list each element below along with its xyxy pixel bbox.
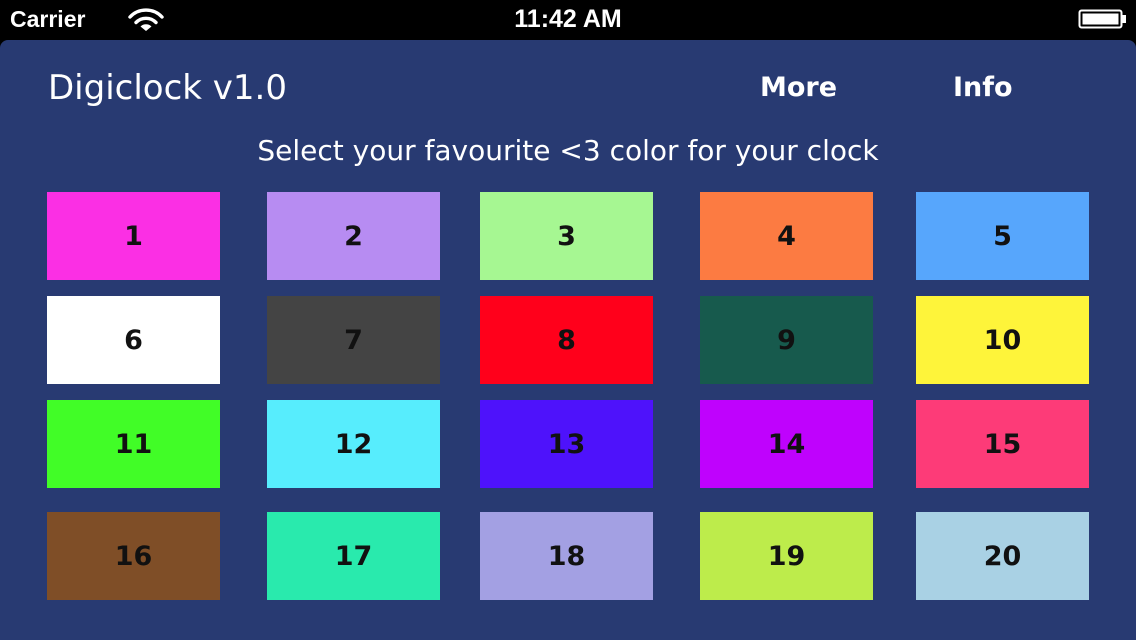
color-swatch-10[interactable]: 10 [916, 296, 1089, 384]
color-swatch-15[interactable]: 15 [916, 400, 1089, 488]
color-swatch-9[interactable]: 9 [700, 296, 873, 384]
color-swatch-7[interactable]: 7 [267, 296, 440, 384]
color-swatch-17[interactable]: 17 [267, 512, 440, 600]
color-swatch-12[interactable]: 12 [267, 400, 440, 488]
info-button[interactable]: Info [953, 72, 1013, 104]
color-swatch-16[interactable]: 16 [47, 512, 220, 600]
color-swatch-13[interactable]: 13 [480, 400, 653, 488]
color-swatch-2[interactable]: 2 [267, 192, 440, 280]
color-swatch-6[interactable]: 6 [47, 296, 220, 384]
more-button[interactable]: More [760, 72, 837, 104]
color-swatch-4[interactable]: 4 [700, 192, 873, 280]
app-panel: Digiclock v1.0 More Info Select your fav… [0, 40, 1136, 640]
color-swatch-19[interactable]: 19 [700, 512, 873, 600]
status-bar: Carrier 11:42 AM [0, 0, 1136, 40]
status-time: 11:42 AM [514, 5, 622, 33]
instruction-text: Select your favourite <3 color for your … [257, 134, 879, 167]
color-swatch-20[interactable]: 20 [916, 512, 1089, 600]
color-swatch-5[interactable]: 5 [916, 192, 1089, 280]
color-swatch-11[interactable]: 11 [47, 400, 220, 488]
color-swatch-18[interactable]: 18 [480, 512, 653, 600]
color-swatch-3[interactable]: 3 [480, 192, 653, 280]
color-swatch-8[interactable]: 8 [480, 296, 653, 384]
color-swatch-14[interactable]: 14 [700, 400, 873, 488]
app-title: Digiclock v1.0 [48, 68, 287, 108]
color-swatch-1[interactable]: 1 [47, 192, 220, 280]
battery-icon [1078, 9, 1126, 29]
